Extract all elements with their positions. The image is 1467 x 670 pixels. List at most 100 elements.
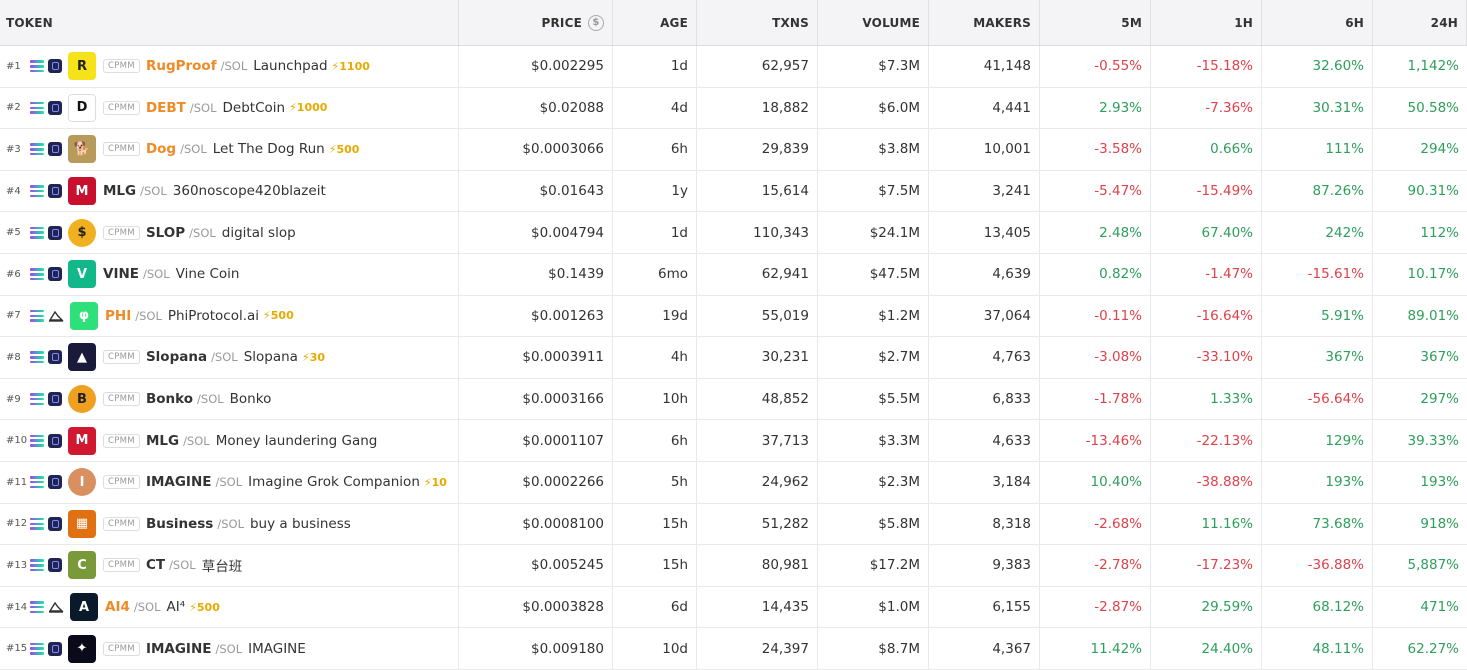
change-24h-cell: 112% [1373,212,1467,253]
token-cell[interactable]: #1 R CPMM RugProof/SOL Launchpad ⚡1100 [0,46,459,87]
price-value: $0.0002266 [522,474,604,491]
volume-cell: $7.3M [818,46,929,87]
pair-quote: /SOL [197,392,224,407]
col-header-age[interactable]: AGE [613,0,697,45]
token-cell[interactable]: #10 M CPMM MLG/SOL Money laundering Gang [0,420,459,461]
token-cell[interactable]: #2 D CPMM DEBT/SOL DebtCoin ⚡1000 [0,87,459,129]
col-header-24h[interactable]: 24H [1373,0,1467,45]
change-5m-value: -13.46% [1085,432,1142,449]
table-row[interactable]: #7 φ PHI/SOL PhiProtocol.ai ⚡500 $0.001263 19d… [0,295,1467,338]
token-name[interactable]: Launchpad [253,58,327,74]
token-cell[interactable]: #11 I CPMM IMAGINE/SOL Imagine Grok Companio… [0,461,459,503]
table-row[interactable]: #5 $ CPMM SLOP/SOL digital slop $0.004794 1d 11… [0,212,1467,254]
token-symbol[interactable]: IMAGINE [146,474,212,490]
col-header-token[interactable]: TOKEN [0,0,459,45]
token-cell[interactable]: #7 φ PHI/SOL PhiProtocol.ai ⚡500 [0,295,459,337]
token-symbol[interactable]: Dog [146,141,176,157]
table-row[interactable]: #15 ✦ CPMM IMAGINE/SOL IMAGINE $0.009180 10d 24… [0,628,1467,670]
change-24h-value: 5,887% [1407,557,1459,574]
change-5m-cell: -3.08% [1040,337,1151,378]
col-header-5m[interactable]: 5M [1040,0,1151,45]
dollar-circle-icon[interactable]: $ [588,14,604,31]
col-header-txns[interactable]: TXNS [697,0,818,45]
col-header-volume[interactable]: VOLUME [818,0,929,45]
token-cell[interactable]: #3 🐕 CPMM Dog/SOL Let The Dog Run ⚡500 [0,129,459,170]
volume-value: $3.3M [878,432,920,449]
token-name[interactable]: PhiProtocol.ai [168,308,259,324]
token-symbol[interactable]: PHI [105,308,131,324]
token-symbol[interactable]: CT [146,557,165,573]
token-name[interactable]: Money laundering Gang [216,433,378,449]
token-name[interactable]: digital slop [222,225,296,241]
volume-cell: $8.7M [818,628,929,669]
token-name[interactable]: buy a business [250,516,351,532]
change-5m-value: 2.93% [1099,99,1142,116]
table-row[interactable]: #2 D CPMM DEBT/SOL DebtCoin ⚡1000 $0.02088 4d 18… [0,87,1467,130]
token-cell[interactable]: #5 $ CPMM SLOP/SOL digital slop [0,212,459,253]
table-row[interactable]: #13 C CPMM CT/SOL 草台班 $0.005245 15h 80,981 $17.2… [0,545,1467,587]
change-6h-cell: 48.11% [1262,628,1373,669]
token-avatar: M [68,426,96,455]
col-header-1h[interactable]: 1H [1151,0,1262,45]
age-cell: 5h [613,461,697,503]
token-symbol[interactable]: IMAGINE [146,641,212,657]
token-name[interactable]: AI⁴ [167,599,186,615]
col-header-6h[interactable]: 6H [1262,0,1373,45]
token-name[interactable]: Vine Coin [176,266,240,282]
price-cell: $0.001263 [459,295,613,337]
token-name[interactable]: 360noscope420blazeit [173,183,326,199]
token-symbol[interactable]: AI4 [105,599,130,615]
table-row[interactable]: #6 V VINE/SOL Vine Coin $0.1439 6mo 62,941 $47.… [0,253,1467,296]
token-name[interactable]: Let The Dog Run [213,141,325,157]
token-cell[interactable]: #9 B CPMM Bonko/SOL Bonko [0,378,459,420]
token-symbol[interactable]: Business [146,516,213,532]
token-avatar: $ [68,218,96,247]
token-symbol[interactable]: Slopana [146,349,207,365]
token-name[interactable]: DebtCoin [223,100,286,116]
token-symbol[interactable]: RugProof [146,58,217,74]
change-6h-value: -15.61% [1307,266,1364,283]
table-row[interactable]: #4 M MLG/SOL 360noscope420blazeit $0.01643 1y… [0,170,1467,213]
token-cell[interactable]: #12 ▦ CPMM Business/SOL buy a business [0,503,459,545]
token-cell[interactable]: #13 C CPMM CT/SOL 草台班 [0,545,459,586]
price-value: $0.02088 [539,99,604,116]
table-row[interactable]: #9 B CPMM Bonko/SOL Bonko $0.0003166 10h 48,852… [0,378,1467,421]
token-symbol[interactable]: SLOP [146,225,185,241]
age-value: 15h [662,557,688,574]
change-5m-cell: 10.40% [1040,461,1151,503]
table-row[interactable]: #12 ▦ CPMM Business/SOL buy a business $0.000… [0,503,1467,546]
token-cell[interactable]: #14 A AI4/SOL AI⁴ ⚡500 [0,586,459,628]
token-cell[interactable]: #8 ▲ CPMM Slopana/SOL Slopana ⚡30 [0,337,459,378]
token-cell[interactable]: #6 V VINE/SOL Vine Coin [0,253,459,295]
change-1h-cell: -1.47% [1151,253,1262,295]
table-row[interactable]: #11 I CPMM IMAGINE/SOL Imagine Grok Companio… [0,461,1467,504]
change-24h-cell: 62.27% [1373,628,1467,669]
token-symbol[interactable]: VINE [103,266,139,282]
change-1h-cell: -38.88% [1151,461,1262,503]
token-symbol[interactable]: Bonko [146,391,193,407]
token-symbol[interactable]: MLG [103,183,136,199]
token-cell[interactable]: #15 ✦ CPMM IMAGINE/SOL IMAGINE [0,628,459,669]
token-name[interactable]: IMAGINE [248,641,306,657]
txns-cell: 80,981 [697,545,818,586]
token-cell[interactable]: #4 M MLG/SOL 360noscope420blazeit [0,170,459,212]
change-6h-cell: 30.31% [1262,87,1373,129]
token-name[interactable]: Bonko [230,391,272,407]
table-row[interactable]: #8 ▲ CPMM Slopana/SOL Slopana ⚡30 $0.0003911 4h… [0,337,1467,379]
solana-chain-icon [30,185,44,198]
col-header-price[interactable]: PRICE $ [459,0,613,45]
token-name[interactable]: Slopana [244,349,298,365]
change-1h-value: 1.33% [1210,391,1253,408]
table-row[interactable]: #14 A AI4/SOL AI⁴ ⚡500 $0.0003828 6d 14,435 $1.0… [0,586,1467,629]
col-header-makers[interactable]: MAKERS [929,0,1040,45]
token-symbol[interactable]: MLG [146,433,179,449]
rank-label: #11 [6,476,28,488]
volume-value: $2.3M [878,474,920,491]
table-row[interactable]: #1 R CPMM RugProof/SOL Launchpad ⚡1100 $0.0022… [0,46,1467,88]
table-row[interactable]: #10 M CPMM MLG/SOL Money laundering Gang $0.0… [0,420,1467,462]
token-name[interactable]: Imagine Grok Companion [248,474,420,490]
table-row[interactable]: #3 🐕 CPMM Dog/SOL Let The Dog Run ⚡500 $0.0003… [0,129,1467,171]
token-symbol[interactable]: DEBT [146,100,186,116]
pair-quote: /SOL [211,350,238,365]
token-name[interactable]: 草台班 [202,555,243,575]
